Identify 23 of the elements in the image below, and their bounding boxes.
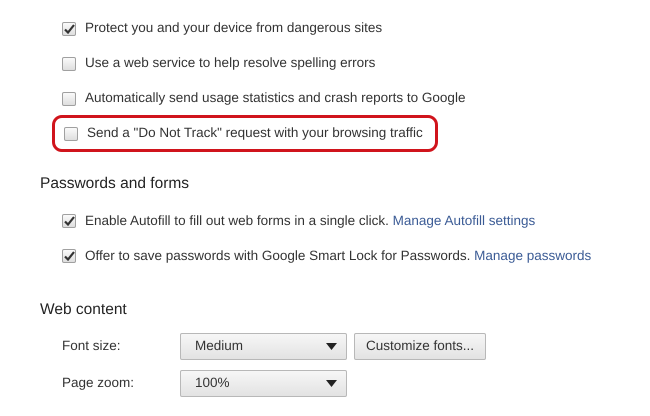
link[interactable]: Manage passwords <box>474 248 592 263</box>
caret-icon <box>326 342 337 350</box>
customize-fonts-button[interactable]: Customize fonts... <box>354 332 486 360</box>
option-label: Use a web service to help resolve spelling errors <box>85 54 376 72</box>
section-heading: Passwords and forms <box>40 174 190 194</box>
section-heading: Web content <box>40 300 128 320</box>
caret-icon <box>326 380 337 386</box>
checkbox[interactable] <box>62 56 76 70</box>
setting-label: Font size: <box>62 336 122 355</box>
option-label: Enable Autofill to fill out web forms in a single click. Manage Autofill settings <box>85 212 536 230</box>
checkbox[interactable] <box>64 126 78 140</box>
checkbox[interactable] <box>62 92 76 106</box>
dropdown[interactable]: 100% <box>180 370 347 396</box>
option-label: Protect you and your device from dangerous sites <box>85 19 382 38</box>
option-label: Offer to save passwords with Google Smart Lock for Passwords. Manage passwords <box>85 246 592 265</box>
dropdown[interactable]: Medium <box>180 332 347 360</box>
option-label: Automatically send usage statistics and crash reports to Google <box>85 89 466 108</box>
checkbox[interactable] <box>62 214 76 228</box>
setting-label: Page zoom: <box>62 374 136 392</box>
checkbox[interactable] <box>62 248 76 263</box>
option-label: Send a "Do Not Track" request with your browsing traffic <box>87 124 423 142</box>
link[interactable]: Manage Autofill settings <box>392 212 536 228</box>
checkbox[interactable] <box>62 22 76 36</box>
